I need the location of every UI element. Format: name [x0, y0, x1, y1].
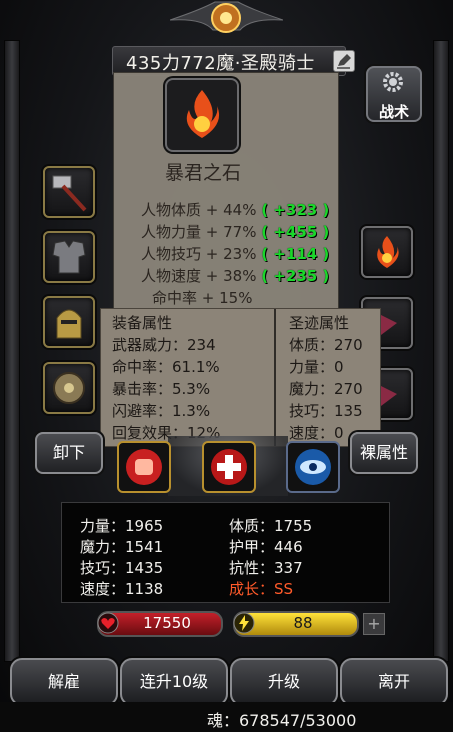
relic-prop-row: 体质：270: [289, 336, 363, 354]
stat-constitution: 体质：1755: [229, 517, 313, 535]
upgrade-button[interactable]: 升级: [230, 658, 338, 706]
skill-slot-3[interactable]: [286, 441, 340, 493]
hammer-icon: [52, 175, 87, 212]
heal-cross-icon: [211, 449, 247, 485]
eye-icon: [295, 449, 331, 485]
skill-slot-1[interactable]: [117, 441, 171, 493]
relic-prop-row: 力量：0: [289, 358, 344, 376]
soul-counter: 魂：678547/53000: [207, 711, 357, 730]
dismiss-button[interactable]: 解雇: [10, 658, 118, 706]
stat-growth: 成长：SS: [229, 580, 294, 598]
equip-prop-row: 武器威力：234: [112, 336, 216, 354]
upgrade-10-button[interactable]: 连升10级: [120, 658, 228, 706]
chest-armor-icon: [52, 240, 86, 274]
relic-prop-row: 技巧：135: [289, 402, 363, 420]
stat-armor: 护甲：446: [229, 538, 303, 556]
edit-icon[interactable]: [333, 50, 355, 72]
equip-props-header: 装备属性: [112, 314, 173, 332]
energy-value: 88: [293, 614, 313, 632]
accessory-slot[interactable]: [43, 362, 95, 414]
unequip-button[interactable]: 卸下: [35, 432, 103, 474]
relic-props-header: 圣迹属性: [289, 314, 350, 332]
tactics-label: 战术: [378, 103, 409, 121]
armor-slot[interactable]: [43, 231, 95, 283]
item-stat-row: 命中率 + 15%: [152, 289, 253, 307]
leave-button[interactable]: 离开: [340, 658, 448, 706]
fist-icon: [126, 449, 162, 485]
top-emblem-icon: [170, 1, 283, 33]
right-border: [433, 40, 449, 662]
lightning-icon: [233, 612, 255, 634]
skill-slot-2[interactable]: [202, 441, 256, 493]
helmet-icon: [56, 309, 82, 339]
equip-prop-row: 命中率：61.1%: [112, 358, 220, 376]
equip-prop-row: 闪避率：1.3%: [112, 402, 211, 420]
add-energy-button[interactable]: +: [363, 613, 385, 635]
hp-value: 17550: [143, 614, 191, 632]
item-stat-row: 人物技巧 + 23% ( +114 ): [141, 245, 330, 263]
gem-slot-1[interactable]: [361, 226, 413, 278]
weapon-slot[interactable]: [43, 166, 95, 218]
left-border: [4, 40, 20, 662]
equip-prop-row: 暴击率：5.3%: [112, 380, 211, 398]
relic-prop-row: 魔力：270: [289, 380, 363, 398]
heart-icon: [97, 612, 119, 634]
gear-icon: [383, 72, 403, 92]
item-icon: [165, 78, 239, 152]
shield-icon: [53, 372, 85, 404]
stat-speed: 速度：1138: [80, 580, 164, 598]
fire-gem-icon: [377, 236, 399, 268]
item-stat-row: 人物速度 + 38% ( +235 ): [141, 267, 330, 285]
item-name: 暴君之石: [164, 162, 241, 184]
item-stat-row: 人物力量 + 77% ( +455 ): [141, 223, 330, 241]
fire-stone-icon: [186, 90, 220, 138]
helmet-slot[interactable]: [43, 296, 95, 348]
item-stat-row: 人物体质 + 44% ( +323 ): [141, 201, 330, 219]
naked-attr-button[interactable]: 裸属性: [350, 432, 418, 474]
relic-prop-row: 速度：0: [289, 424, 344, 442]
stat-strength: 力量：1965: [80, 517, 164, 535]
stat-magic: 魔力：1541: [80, 538, 164, 556]
stat-skill: 技巧：1435: [80, 559, 164, 577]
stat-resistance: 抗性：337: [229, 559, 303, 577]
